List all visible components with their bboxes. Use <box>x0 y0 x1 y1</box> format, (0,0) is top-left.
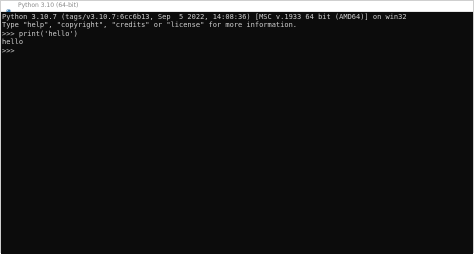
python-console-window: Python 3.10 (64-bit) Python 3.10.7 (tags… <box>0 0 474 254</box>
console-line-help: Type "help", "copyright", "credits" or "… <box>2 21 298 30</box>
console-prompt[interactable]: >>> <box>2 47 472 55</box>
window-title: Python 3.10 (64-bit) <box>18 2 79 9</box>
console-output[interactable]: Python 3.10.7 (tags/v3.10.7:6cc6b13, Sep… <box>1 12 473 254</box>
console-line-input-print: >>> print('hello') <box>2 29 78 38</box>
console-line-output-hello: hello <box>2 38 24 47</box>
title-bar[interactable]: Python 3.10 (64-bit) <box>1 1 473 17</box>
python-icon <box>6 2 14 17</box>
console-line-version: Python 3.10.7 (tags/v3.10.7:6cc6b13, Sep… <box>2 13 407 21</box>
